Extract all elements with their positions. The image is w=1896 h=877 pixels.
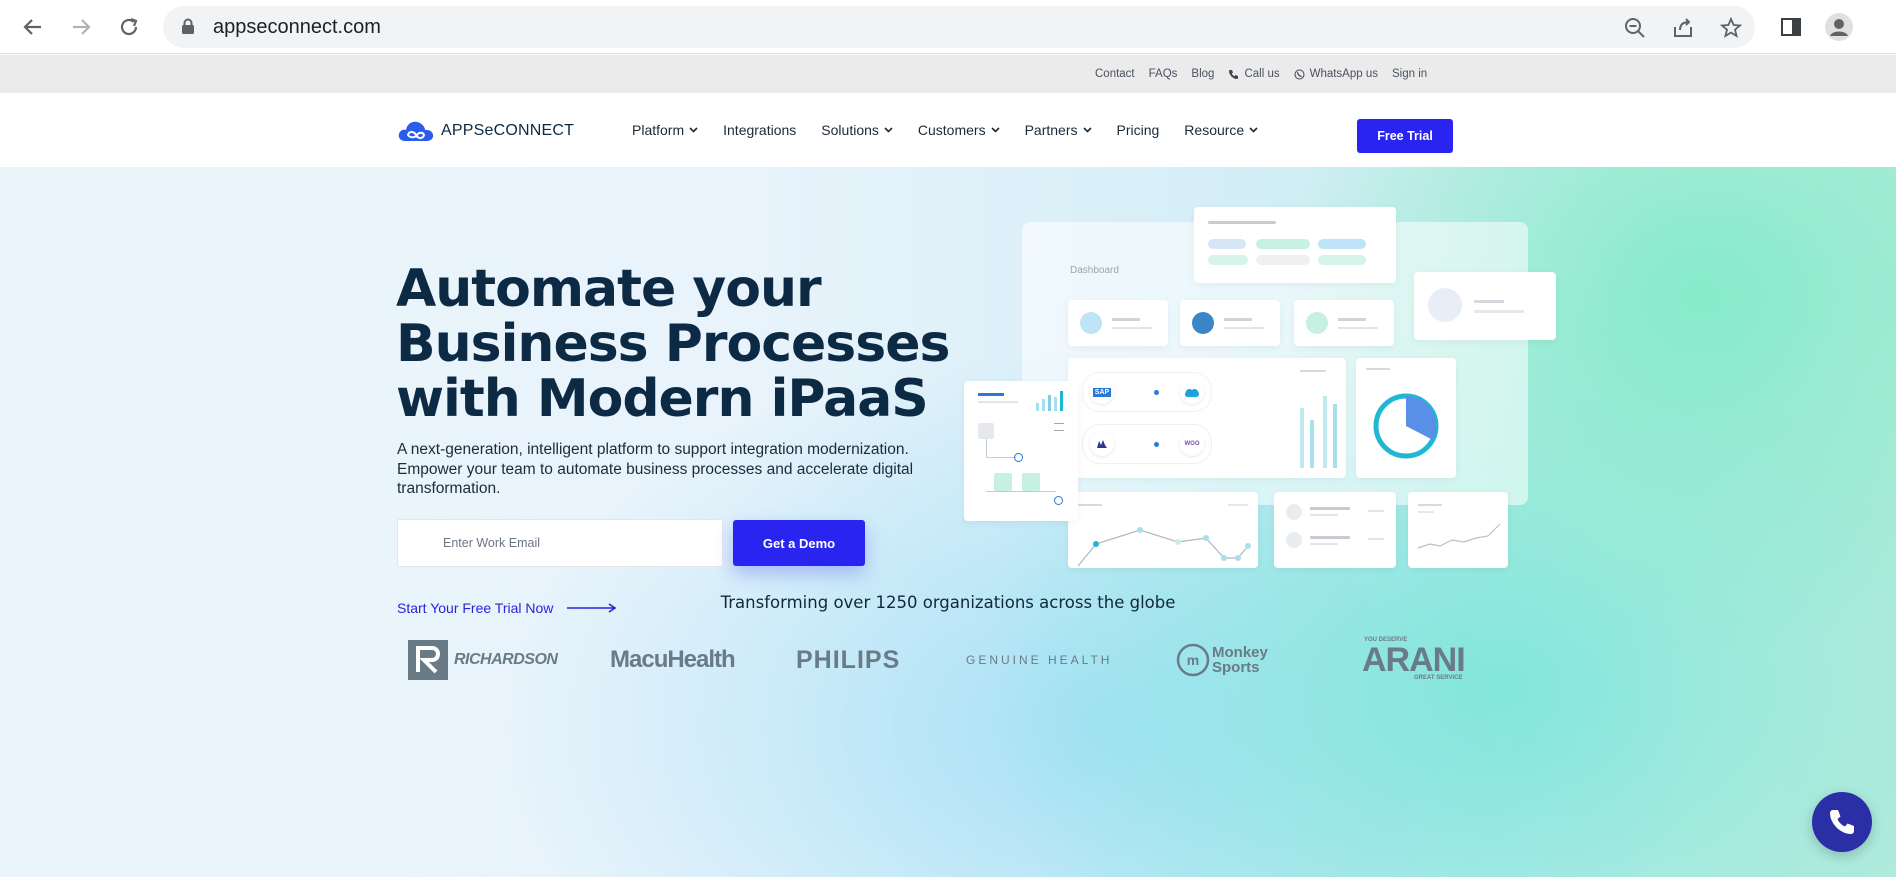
macuhealth-text: MacuHealth	[610, 646, 736, 673]
monkey-sports-logo: m Monkey Sports	[1176, 622, 1272, 698]
menu-label: Solutions	[821, 122, 879, 138]
phone-icon	[1830, 810, 1854, 834]
arani-logo: YOU DESERVE ARANI GREAT SERVICE	[1360, 622, 1470, 698]
profile-card	[1414, 272, 1556, 340]
call-us-link[interactable]: Call us	[1228, 68, 1280, 80]
side-panel-icon[interactable]	[1776, 12, 1806, 42]
chevron-down-icon	[884, 127, 893, 133]
chevron-down-icon	[689, 127, 698, 133]
stat-card	[1294, 300, 1394, 346]
integration-flow-card: SAP WOO	[1068, 358, 1346, 478]
woo-logo: WOO	[1184, 441, 1200, 447]
menu-label: Pricing	[1116, 122, 1160, 138]
address-bar[interactable]: appseconnect.com	[163, 6, 1755, 48]
call-floating-button[interactable]	[1812, 792, 1872, 852]
menu-integrations[interactable]: Integrations	[723, 122, 796, 138]
trend-card	[1408, 492, 1508, 568]
menu-label: Partners	[1024, 122, 1078, 138]
hero-section: Automate your Business Processes with Mo…	[0, 167, 1896, 877]
main-navigation: APPSeCONNECT Platform Integrations Solut…	[0, 93, 1896, 167]
headline-line-2: Business Processes	[396, 314, 950, 374]
whatsapp-icon	[1294, 69, 1305, 79]
hero-subtext: A next-generation, intelligent platform …	[397, 441, 914, 497]
reload-icon[interactable]	[112, 10, 146, 44]
macuhealth-logo: MacuHealth	[610, 622, 736, 698]
menu-label: Resource	[1184, 122, 1245, 138]
whatsapp-label: WhatsApp us	[1309, 68, 1378, 80]
donut-chart-card	[1356, 358, 1456, 478]
dashboard-illustration: Dashboard SAP WOO	[1022, 207, 1556, 568]
chevron-down-icon	[991, 127, 1000, 133]
genuine-health-text: GENUINE HEALTH	[966, 653, 1113, 667]
blog-link[interactable]: Blog	[1191, 68, 1214, 80]
lock-icon	[181, 18, 195, 40]
headline-line-1: Automate your	[396, 259, 822, 319]
utility-bar: Contact FAQs Blog Call us WhatsApp us Si…	[0, 55, 1896, 93]
free-trial-button[interactable]: Free Trial	[1357, 119, 1453, 153]
line-chart	[1077, 527, 1251, 567]
logo-text: APPSeCONNECT	[441, 122, 575, 139]
workflow-card	[964, 381, 1078, 521]
customers-tagline: Transforming over 1250 organizations acr…	[720, 593, 1176, 612]
main-menu: Platform Integrations Solutions Customer…	[632, 93, 1258, 167]
chevron-down-icon	[1249, 127, 1258, 133]
call-us-label: Call us	[1244, 68, 1280, 80]
arani-bottom-text: GREAT SERVICE	[1414, 675, 1463, 681]
phone-icon	[1229, 69, 1239, 79]
menu-resource[interactable]: Resource	[1184, 122, 1258, 138]
richardson-text: RICHARDSON	[454, 651, 558, 668]
url-text: appseconnect.com	[213, 16, 381, 38]
dashboard-label: Dashboard	[1070, 265, 1119, 276]
headline-line-3: with Modern iPaaS	[396, 369, 929, 429]
richardson-mark-icon	[408, 640, 448, 680]
menu-label: Integrations	[723, 122, 797, 138]
donut-chart	[1373, 393, 1439, 459]
hero-headline: Automate your Business Processes with Mo…	[396, 259, 950, 429]
monkey-sports-text: Monkey Sports	[1212, 644, 1268, 676]
menu-partners[interactable]: Partners	[1025, 122, 1092, 138]
menu-label: Customers	[917, 122, 986, 138]
profile-avatar-icon[interactable]	[1824, 12, 1854, 42]
menu-customers[interactable]: Customers	[918, 122, 1000, 138]
customer-logos: RICHARDSON MacuHealth PHILIPS GENUINE HE…	[400, 622, 1480, 698]
salesforce-cloud-icon	[1184, 388, 1200, 397]
share-icon[interactable]	[1671, 16, 1695, 40]
forward-icon[interactable]	[64, 10, 98, 44]
menu-label: Platform	[632, 122, 685, 138]
bookmark-star-icon[interactable]	[1719, 16, 1743, 40]
monkey-sports-mark-icon: m	[1176, 643, 1210, 677]
svg-text:m: m	[1187, 652, 1199, 668]
menu-platform[interactable]: Platform	[632, 122, 698, 138]
browser-toolbar: appseconnect.com	[0, 0, 1896, 54]
trend-line	[1417, 523, 1501, 549]
faqs-link[interactable]: FAQs	[1149, 68, 1178, 80]
chevron-down-icon	[1082, 127, 1092, 133]
line-chart-card	[1068, 492, 1258, 568]
work-email-input[interactable]: Enter Work Email	[397, 519, 723, 567]
philips-logo: PHILIPS	[796, 622, 900, 698]
genuine-health-logo: GENUINE HEALTH	[966, 622, 1112, 698]
philips-text: PHILIPS	[796, 645, 901, 674]
stat-card	[1180, 300, 1280, 346]
richardson-logo: RICHARDSON	[408, 622, 558, 698]
whatsapp-link[interactable]: WhatsApp us	[1294, 68, 1378, 80]
get-demo-button[interactable]: Get a Demo	[733, 520, 865, 566]
cloud-logo-icon	[398, 121, 434, 141]
tags-card	[1194, 207, 1396, 283]
stat-card	[1068, 300, 1168, 346]
appseconnect-logo[interactable]: APPSeCONNECT	[397, 119, 574, 143]
sign-in-link[interactable]: Sign in	[1392, 68, 1427, 80]
back-icon[interactable]	[16, 10, 50, 44]
list-card	[1274, 492, 1396, 568]
contact-link[interactable]: Contact	[1095, 68, 1135, 80]
sap-logo: SAP	[1092, 387, 1112, 397]
menu-pricing[interactable]: Pricing	[1117, 122, 1160, 138]
menu-solutions[interactable]: Solutions	[821, 122, 893, 138]
magento-icon	[1097, 440, 1107, 448]
zoom-out-icon[interactable]	[1623, 16, 1647, 40]
